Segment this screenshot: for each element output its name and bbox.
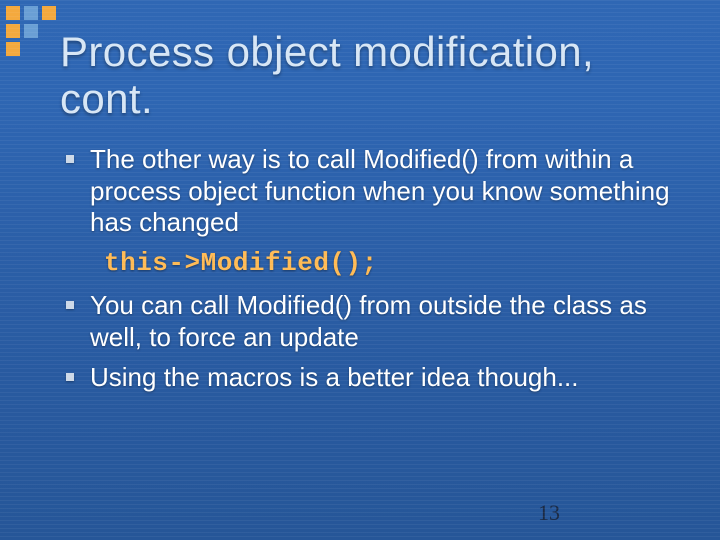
- bullet-item: Using the macros is a better idea though…: [64, 362, 674, 394]
- square-icon: [6, 6, 20, 20]
- square-icon: [6, 24, 20, 38]
- page-number: 13: [538, 500, 560, 526]
- square-icon: [24, 24, 38, 38]
- slide: Process object modification, cont. The o…: [0, 0, 720, 540]
- bullet-item: You can call Modified() from outside the…: [64, 290, 674, 353]
- square-icon: [24, 6, 38, 20]
- square-icon: [42, 6, 56, 20]
- slide-body: The other way is to call Modified() from…: [64, 144, 674, 403]
- bullet-item: The other way is to call Modified() from…: [64, 144, 674, 239]
- square-icon: [6, 42, 20, 56]
- slide-title: Process object modification, cont.: [60, 28, 680, 122]
- code-line: this->Modified();: [64, 248, 674, 280]
